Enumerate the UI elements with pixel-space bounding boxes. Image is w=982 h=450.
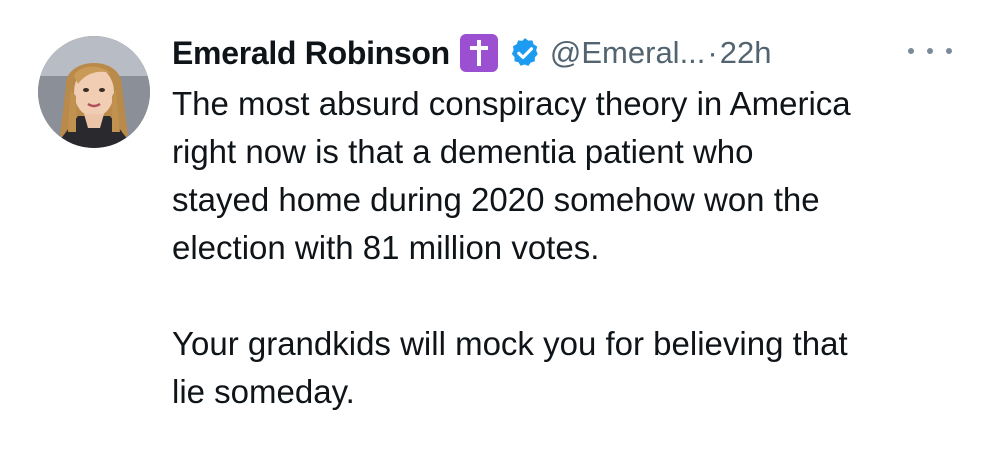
tweet-timestamp[interactable]: 22h — [720, 35, 772, 71]
more-horizontal-icon[interactable] — [908, 36, 952, 66]
tweet-paragraph: The most absurd conspiracy theory in Ame… — [172, 85, 851, 266]
avatar-image — [38, 36, 150, 148]
avatar[interactable] — [38, 36, 150, 148]
tweet-header: Emerald Robinson @Emeral... · 22h — [172, 28, 771, 78]
author-handle[interactable]: @Emeral... — [550, 35, 706, 71]
separator-dot: · — [707, 35, 718, 70]
tweet[interactable]: Emerald Robinson @Emeral... · 22h The mo… — [0, 0, 982, 450]
tweet-text: The most absurd conspiracy theory in Ame… — [172, 80, 962, 416]
author-display-name[interactable]: Emerald Robinson — [172, 35, 450, 72]
latin-cross-icon — [459, 34, 498, 72]
verified-badge-icon — [508, 36, 542, 70]
tweet-paragraph: Your grandkids will mock you for believi… — [172, 325, 848, 410]
